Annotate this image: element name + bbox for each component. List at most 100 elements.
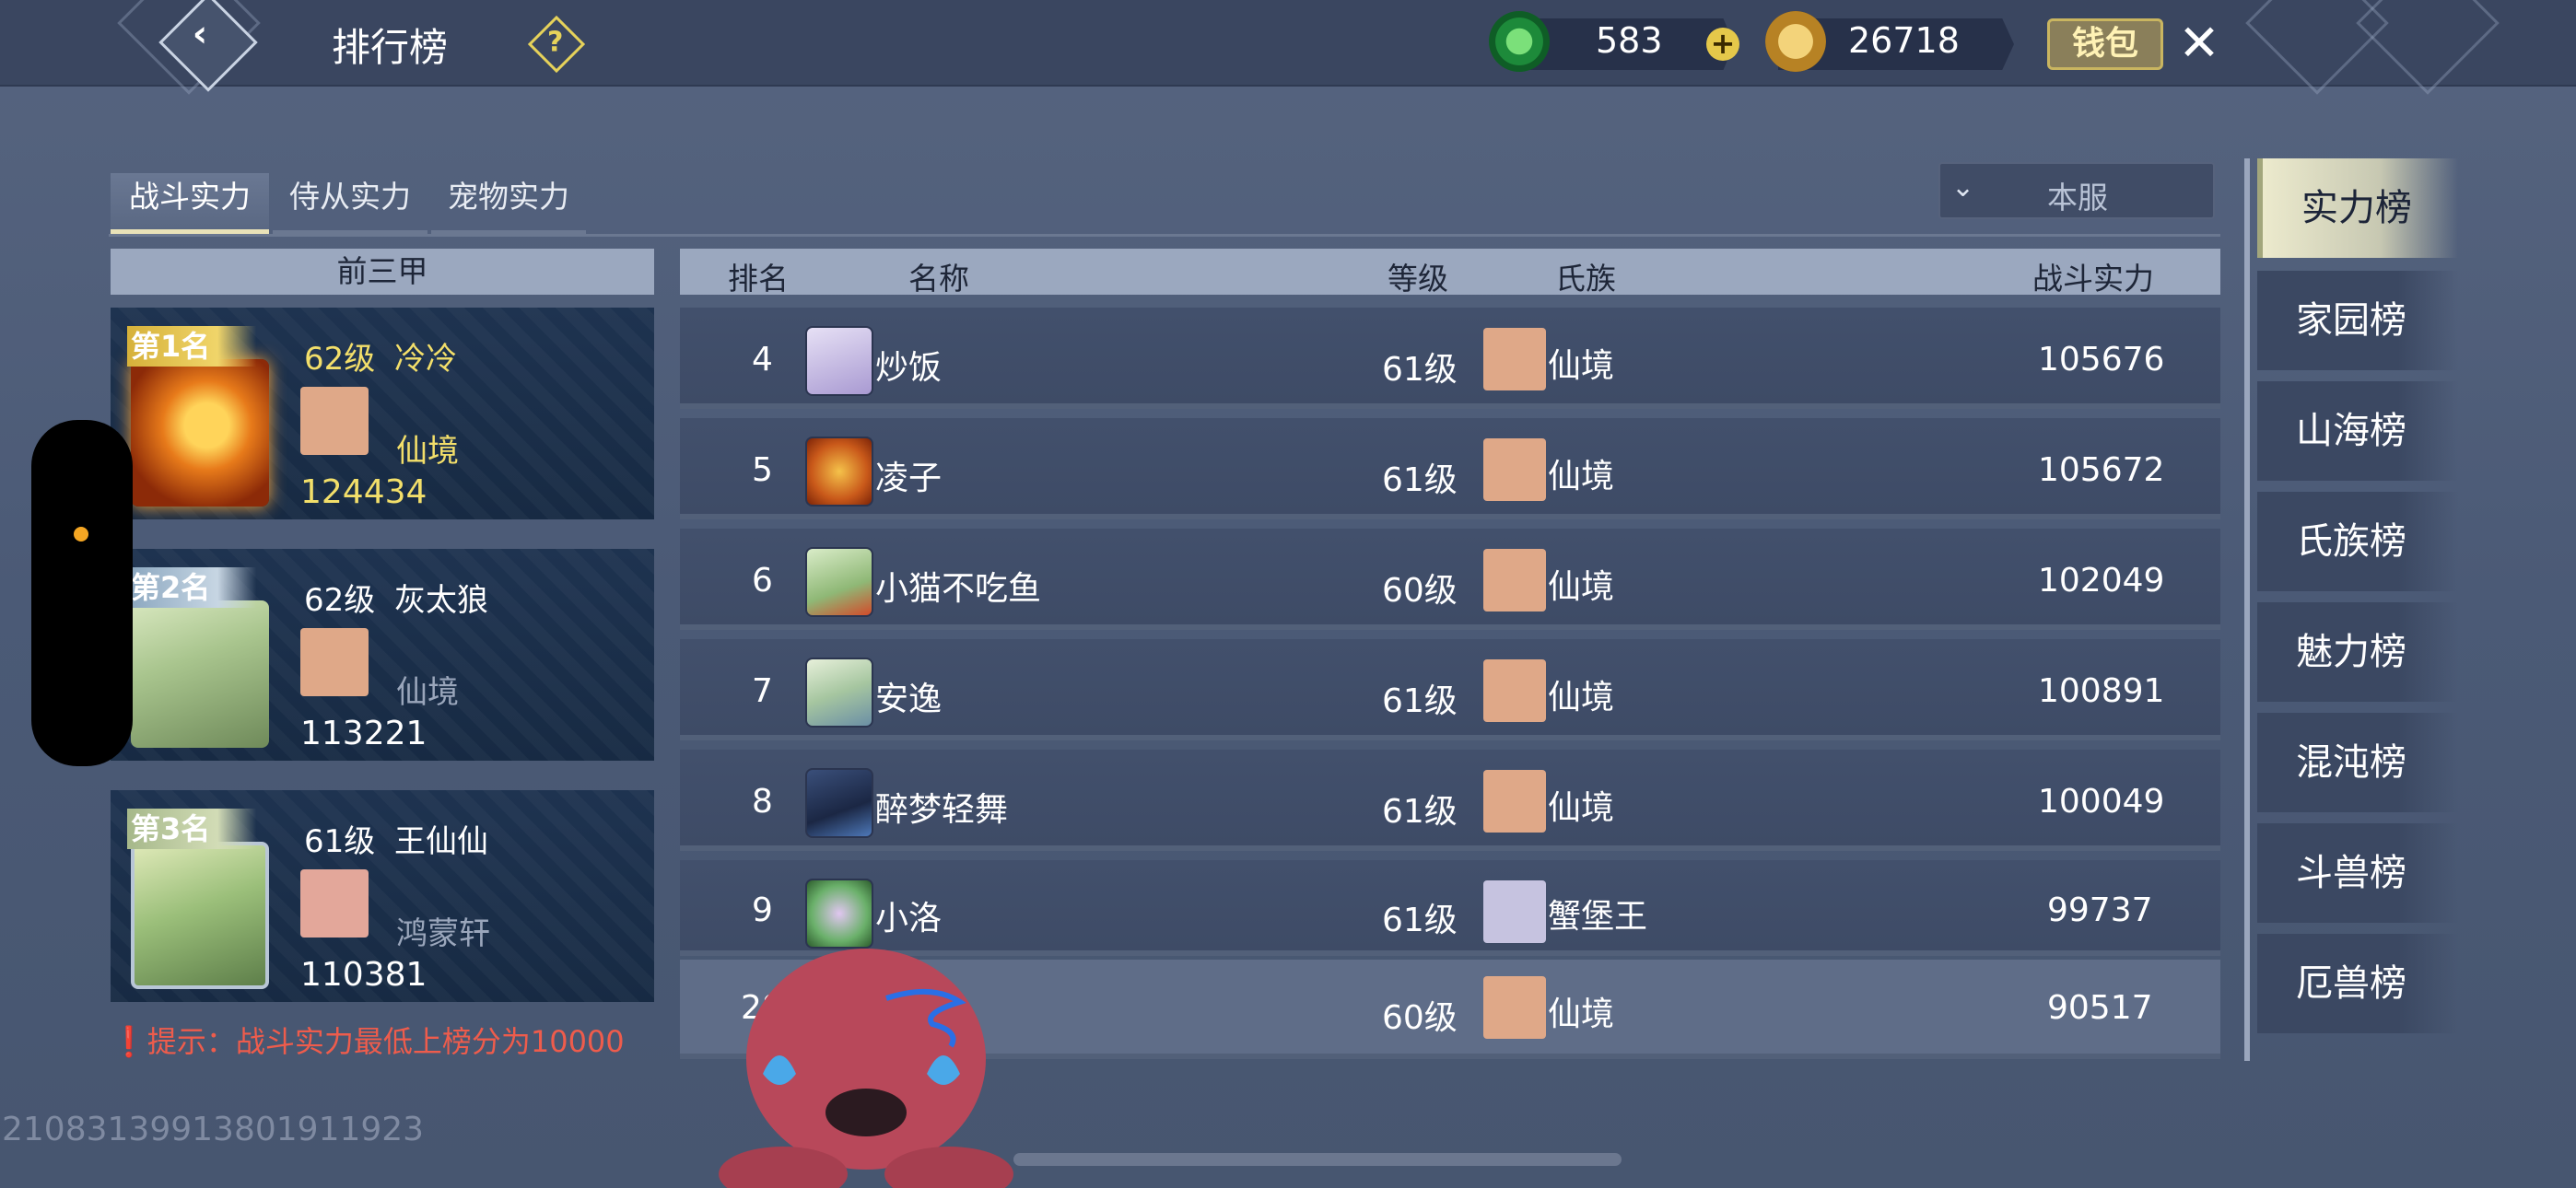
tab-combat-power[interactable]: 战斗实力 [111, 173, 269, 234]
warning-icon: ❗ [111, 1024, 147, 1059]
row-clan: 仙境 [1548, 568, 1615, 606]
row-power: 102049 [2038, 562, 2165, 600]
nav-divider [2244, 158, 2250, 1061]
row-level: 60级 [1382, 999, 1458, 1037]
row-name: 小猫不吃鱼 [875, 570, 1042, 608]
scrollbar[interactable] [1013, 1153, 1622, 1166]
row-rank: 5 [752, 451, 773, 489]
clan-emblem-icon [1483, 770, 1546, 833]
row-clan: 仙境 [1548, 347, 1615, 385]
row-clan: 仙境 [1548, 458, 1615, 495]
clan-emblem-icon [1483, 976, 1546, 1039]
chevron-left-icon: ‹ [192, 12, 208, 55]
server-dropdown[interactable]: ⌄ 本服 [1938, 162, 2215, 219]
row-power: 105672 [2038, 451, 2165, 489]
avatar [805, 658, 873, 728]
row-rank: 8 [752, 783, 773, 821]
avatar [805, 547, 873, 617]
combat-power: 113221 [300, 715, 427, 752]
table-row[interactable]: 8 醉梦轻舞 61级 仙境 100049 [680, 750, 2220, 851]
row-level: 60级 [1382, 572, 1458, 610]
table-row[interactable]: 9 小洛 61级 蟹堡王 99737 [680, 860, 2220, 956]
nav-home-ranking[interactable]: 家园榜 [2257, 271, 2458, 370]
player-level: 62级 [304, 341, 376, 378]
row-name: 凌子 [875, 460, 943, 497]
tab-pet-power[interactable]: 宠物实力 [431, 173, 586, 234]
player-name: 王仙仙 [394, 823, 488, 860]
top-card-3[interactable]: 第3名 61级 王仙仙 鸿蒙轩 110381 [111, 790, 654, 1002]
table-row[interactable]: 7 安逸 61级 仙境 100891 [680, 639, 2220, 740]
clan-emblem-icon [300, 387, 369, 455]
rank-ribbon: 第2名 [127, 567, 256, 608]
page-title: 排行榜 [332, 25, 449, 70]
row-level: 61级 [1382, 793, 1458, 831]
nav-shanhai-ranking[interactable]: 山海榜 [2257, 381, 2458, 481]
row-clan: 蟹堡王 [1548, 898, 1648, 936]
row-power: 100049 [2038, 783, 2165, 821]
tab-attendant-power[interactable]: 侍从实力 [273, 173, 427, 234]
top-card-2[interactable]: 第2名 62级 灰太狼 仙境 113221 [111, 549, 654, 761]
add-currency-button[interactable]: + [1706, 28, 1739, 61]
rank-ribbon: 第1名 [127, 326, 256, 367]
row-level: 61级 [1382, 902, 1458, 939]
table-row[interactable]: 5 凌子 61级 仙境 105672 [680, 418, 2220, 519]
player-name: 冷冷 [394, 341, 457, 378]
floating-handle[interactable] [31, 420, 133, 766]
clan-name: 仙境 [396, 433, 459, 470]
row-name: 安逸 [875, 681, 943, 718]
row-level: 61级 [1382, 461, 1458, 499]
rank-ribbon: 第3名 [127, 809, 256, 849]
nav-beast-fight-ranking[interactable]: 斗兽榜 [2257, 823, 2458, 923]
row-name: 炒饭 [875, 349, 943, 387]
wallet-button[interactable]: 钱包 [2047, 18, 2163, 70]
clan-emblem-icon [300, 869, 369, 938]
close-icon[interactable]: ✕ [2171, 15, 2228, 72]
col-level: 等级 [1388, 261, 1448, 297]
row-rank: 4 [752, 341, 773, 379]
combat-power: 124434 [300, 473, 427, 511]
row-rank: 9 [752, 891, 773, 929]
player-level: 61级 [304, 823, 376, 860]
clan-emblem-icon [1483, 328, 1546, 390]
jade-icon [1489, 11, 1550, 72]
row-power: 99737 [2047, 891, 2153, 929]
player-level: 62级 [304, 582, 376, 619]
nav-clan-ranking[interactable]: 氏族榜 [2257, 492, 2458, 591]
tab-underline [109, 234, 2220, 237]
row-level: 61级 [1382, 682, 1458, 720]
clan-emblem-icon [1483, 438, 1546, 501]
nav-power-ranking[interactable]: 实力榜 [2257, 158, 2458, 258]
ranking-screen: ‹ 排行榜 ? 583 + 26718 钱包 ✕ 战斗实力 侍从实力 宠物实力 … [0, 0, 2576, 1188]
tip-text: 提示：战斗实力最低上榜分为10000 [146, 1024, 625, 1059]
help-button[interactable]: ? [527, 15, 586, 74]
avatar [805, 437, 873, 507]
row-level: 61级 [1382, 351, 1458, 389]
clan-emblem-icon [1483, 659, 1546, 722]
col-name: 名称 [908, 261, 969, 297]
row-rank: 7 [752, 672, 773, 710]
avatar [131, 359, 269, 507]
nav-chaos-ranking[interactable]: 混沌榜 [2257, 713, 2458, 812]
row-clan: 仙境 [1548, 789, 1615, 827]
row-power: 90517 [2047, 989, 2153, 1027]
gold-value: 26718 [1848, 20, 1960, 61]
top-three-header: 前三甲 [111, 249, 654, 295]
table-header: 排名 名称 等级 氏族 战斗实力 [680, 249, 2220, 297]
server-select-value: 本服 [2047, 180, 2108, 215]
nav-calamity-beast-ranking[interactable]: 厄兽榜 [2257, 934, 2458, 1033]
table-row[interactable]: 4 炒饭 61级 仙境 105676 [680, 308, 2220, 409]
chevron-down-icon: ⌄ [1951, 171, 1975, 204]
decor-diamond [2356, 0, 2500, 95]
row-name: 醉梦轻舞 [875, 791, 1009, 829]
status-dot [74, 527, 88, 542]
clan-name: 鸿蒙轩 [396, 915, 490, 952]
clan-emblem-icon [1483, 549, 1546, 611]
clan-emblem-icon [300, 628, 369, 696]
row-clan: 仙境 [1548, 996, 1615, 1033]
nav-charm-ranking[interactable]: 魅力榜 [2257, 602, 2458, 702]
table-row[interactable]: 6 小猫不吃鱼 60级 仙境 102049 [680, 529, 2220, 630]
avatar [131, 600, 269, 748]
jade-value: 583 [1596, 20, 1663, 61]
user-id: 21083139913801911923 [2, 1111, 425, 1148]
top-card-1[interactable]: 第1名 62级 冷冷 仙境 124434 [111, 308, 654, 519]
